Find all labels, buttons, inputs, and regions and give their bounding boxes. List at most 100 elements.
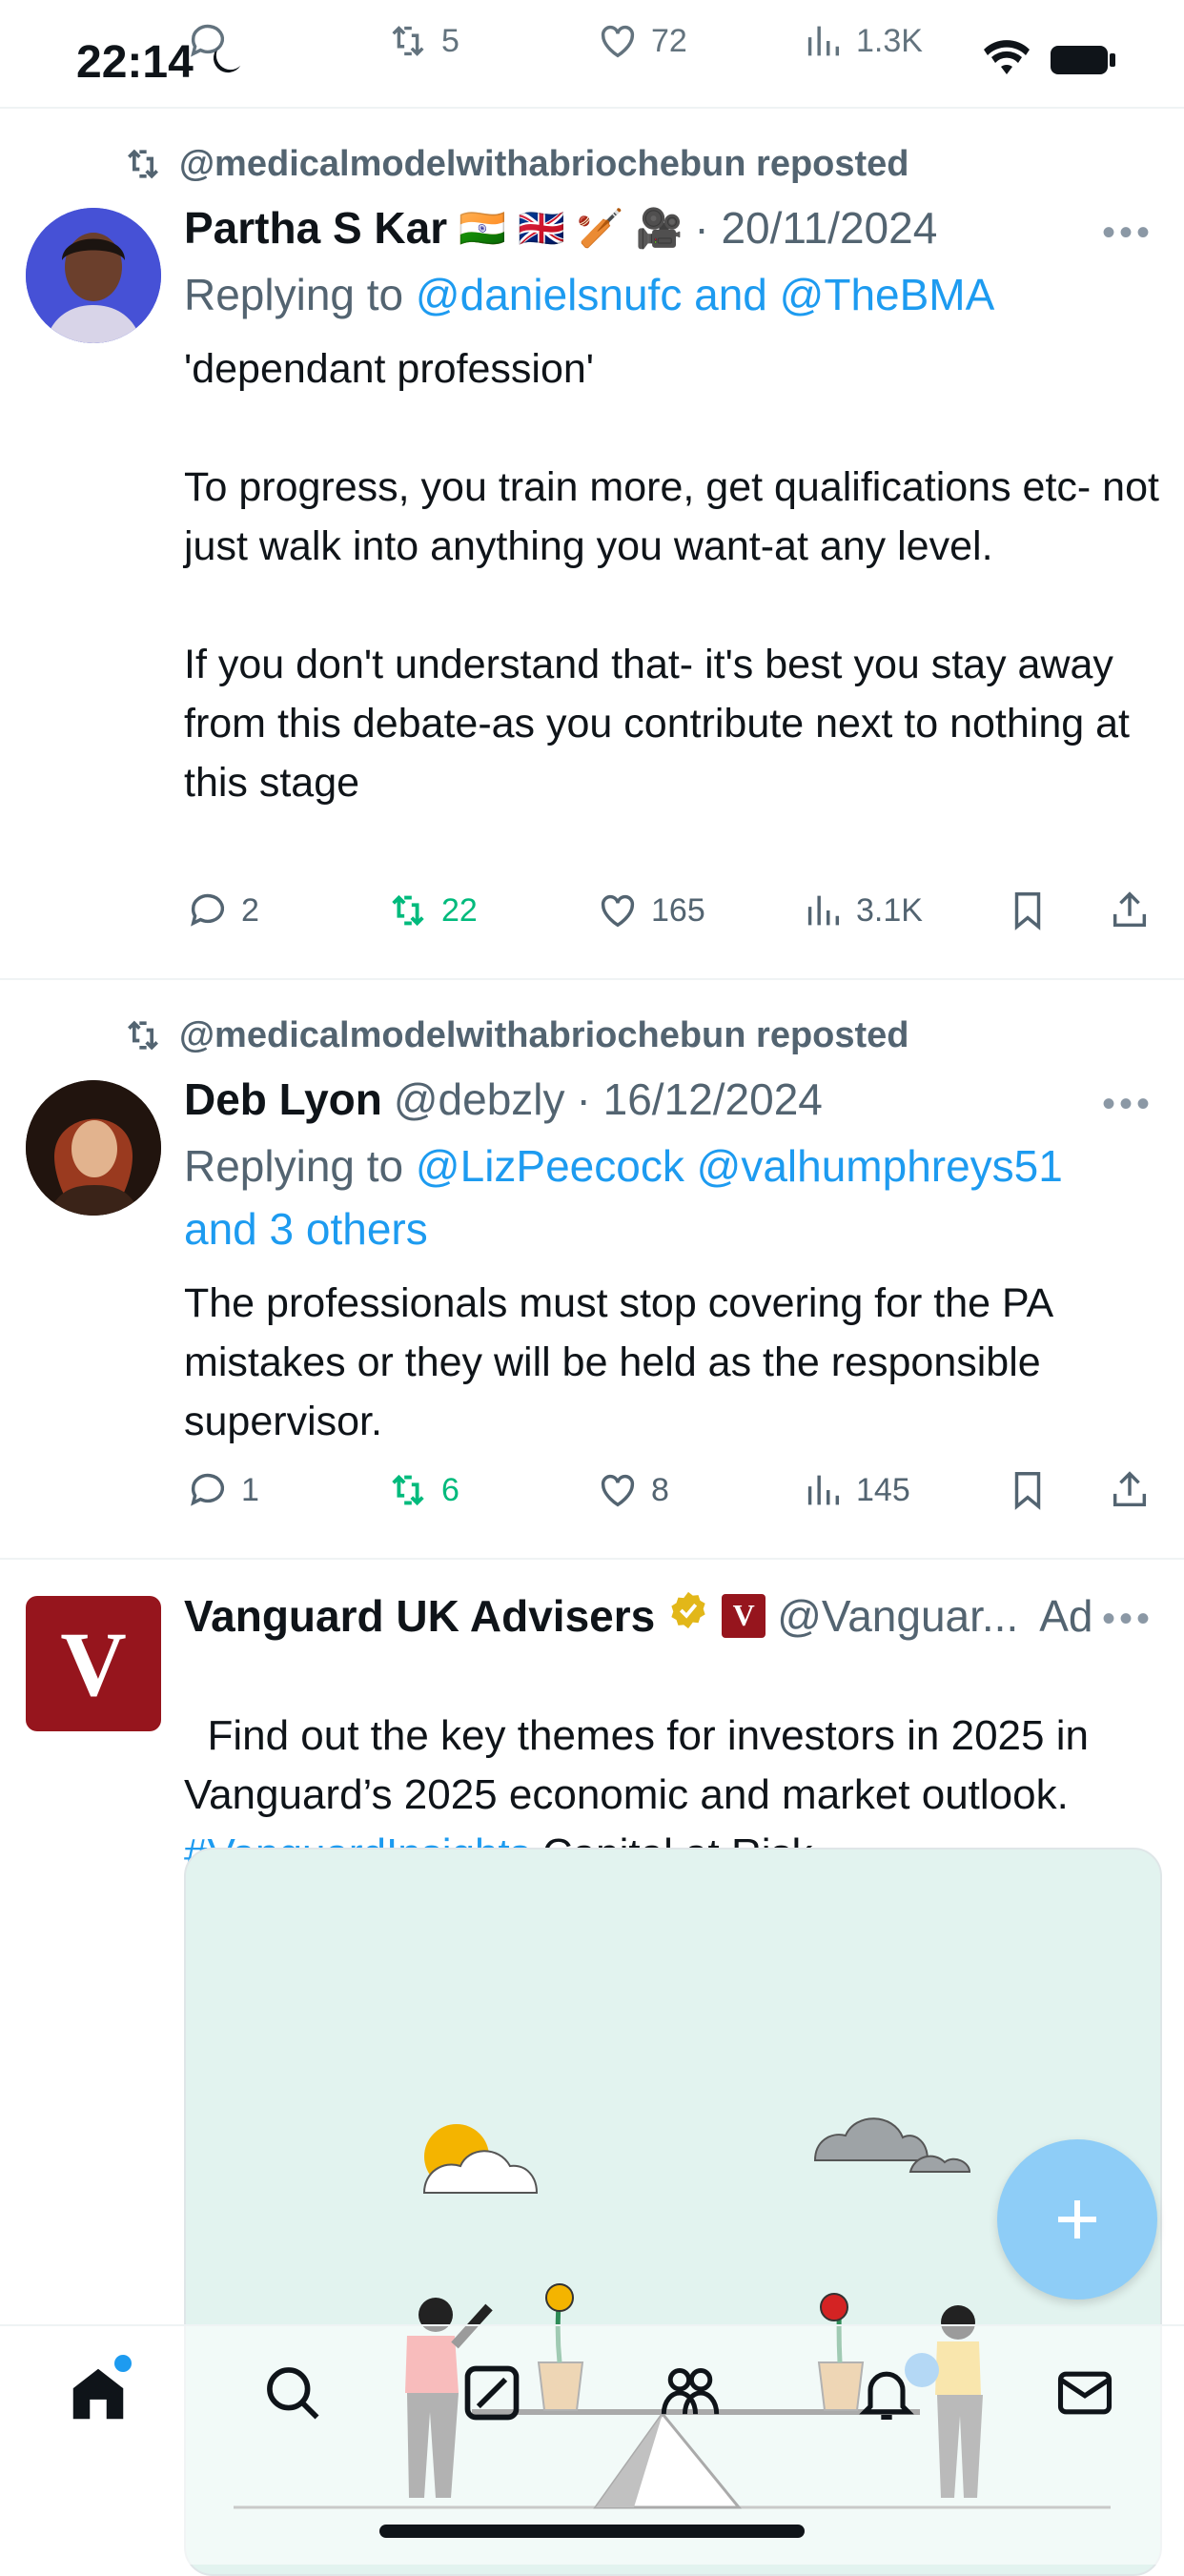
prev-like-button[interactable]: 72 [596,19,687,63]
tweet-header: Deb Lyon @debzly · 16/12/2024 [184,1073,823,1125]
reply-button[interactable]: 1 [186,1468,259,1512]
share-button[interactable] [1108,889,1152,932]
prev-reply-button[interactable] [186,19,230,63]
replying-to-handles[interactable]: @LizPeecock @valhumphreys51 [416,1141,1063,1191]
flag-india-icon: 🇮🇳 [459,207,506,250]
reply-count: 1 [241,1471,259,1508]
compose-button[interactable] [997,2139,1157,2300]
more-options-button[interactable]: ••• [1102,1083,1153,1126]
reply-button[interactable]: 2 [186,889,259,932]
repost-icon [392,26,424,56]
like-button[interactable]: 8 [596,1468,669,1512]
search-icon [267,2367,319,2420]
nav-notifications[interactable] [854,2361,919,2430]
views-button[interactable]: 145 [801,1468,910,1512]
bookmark-button[interactable] [1006,889,1050,932]
ad-label: Ad [1039,1590,1093,1641]
replying-to: Replying to @danielsnufc and @TheBMA [184,263,1156,326]
advertiser-handle[interactable]: @Vanguar... [777,1590,1018,1642]
prev-repost-count: 5 [441,22,459,59]
nav-messages[interactable] [1052,2361,1117,2430]
ad-header: Vanguard UK Advisers V @Vanguar... Ad [184,1588,1093,1643]
heart-icon [601,25,635,58]
repost-button[interactable]: 22 [386,889,478,932]
avatar[interactable] [26,1080,161,1216]
tweet-date[interactable]: · 16/12/2024 [577,1073,823,1125]
prev-views-button[interactable]: 1.3K [801,19,923,63]
replying-to-others[interactable]: and 3 others [184,1204,428,1254]
bookmark-icon [1014,1472,1041,1510]
repost-icon [392,1474,424,1506]
replying-to: Replying to @LizPeecock @valhumphreys51 … [184,1135,1156,1260]
views-icon [807,1475,840,1505]
cricket-icon: 🏏 [576,207,624,250]
more-options-button[interactable]: ••• [1102,1598,1153,1641]
bottom-nav [0,2324,1184,2565]
repost-label[interactable]: @medicalmodelwithabriochebun reposted [179,1015,909,1056]
home-indicator[interactable] [379,2525,805,2538]
share-button[interactable] [1108,1468,1152,1512]
communities-icon [661,2367,720,2415]
views-count: 3.1K [856,891,923,929]
notification-dot [114,2355,132,2372]
replying-to-prefix: Replying to [184,1141,416,1191]
like-count: 165 [651,891,705,929]
repost-button[interactable]: 6 [386,1468,459,1512]
repost-count: 6 [441,1471,459,1508]
prev-views-count: 1.3K [856,22,923,59]
nav-grok[interactable] [459,2361,524,2430]
heart-icon [601,894,635,928]
affiliate-badge-icon: V [722,1593,766,1638]
flag-uk-icon: 🇬🇧 [517,207,565,250]
author-name[interactable]: Deb Lyon [184,1073,382,1125]
author-handle[interactable]: @debzly [394,1073,565,1125]
verified-badge-icon [666,1588,710,1643]
advertiser-avatar[interactable]: V [26,1596,161,1731]
like-button[interactable]: 165 [596,889,705,932]
repost-label[interactable]: @medicalmodelwithabriochebun reposted [179,144,909,185]
repost-count: 22 [441,891,478,929]
repost-context: @medicalmodelwithabriochebun reposted [122,143,909,185]
vanguard-logo: V [60,1612,127,1715]
avatar[interactable] [26,208,161,343]
reply-count: 2 [241,891,259,929]
reply-icon [191,893,225,927]
more-options-button[interactable]: ••• [1102,212,1153,255]
camera-icon: 🎥 [635,207,684,250]
repost-icon [392,894,424,927]
share-icon [1113,1471,1147,1507]
reply-icon [191,24,225,57]
tweet-actions: 1 6 8 145 [0,1468,1184,1525]
repost-context: @medicalmodelwithabriochebun reposted [122,1014,909,1056]
like-count: 8 [651,1471,669,1508]
bookmark-button[interactable] [1006,1468,1050,1512]
bookmark-icon [1014,892,1041,930]
bell-icon [859,2371,914,2421]
prev-tweet-actions: 5 72 1.3K [0,19,1184,76]
ad-text-part1: Find out the key themes for investors in… [184,1712,1101,1818]
views-icon [807,26,840,56]
repost-icon [128,149,158,179]
heart-icon [601,1474,635,1507]
replying-to-handles[interactable]: @danielsnufc and @TheBMA [416,270,994,319]
prev-repost-button[interactable]: 5 [386,19,459,63]
views-icon [807,895,840,926]
views-button[interactable]: 3.1K [801,889,923,932]
tweet-actions: 2 22 165 3.1K [0,889,1184,946]
author-name[interactable]: Partha S Kar [184,202,447,254]
tweet-date[interactable]: · 20/11/2024 [694,202,937,254]
replying-to-prefix: Replying to [184,270,416,319]
nav-communities[interactable] [656,2361,725,2430]
nav-home[interactable] [65,2355,132,2432]
nav-search[interactable] [260,2361,325,2430]
share-icon [1113,891,1147,928]
mail-icon [1057,2371,1113,2415]
tweet-text: The professionals must stop covering for… [184,1280,1063,1444]
tweet-header: Partha S Kar 🇮🇳 🇬🇧 🏏 🎥 · 20/11/2024 [184,202,937,254]
prev-like-count: 72 [651,22,687,59]
views-count: 145 [856,1471,910,1508]
repost-icon [128,1020,158,1051]
advertiser-name[interactable]: Vanguard UK Advisers [184,1590,655,1642]
plus-icon [1058,2200,1096,2239]
reply-icon [191,1473,225,1506]
